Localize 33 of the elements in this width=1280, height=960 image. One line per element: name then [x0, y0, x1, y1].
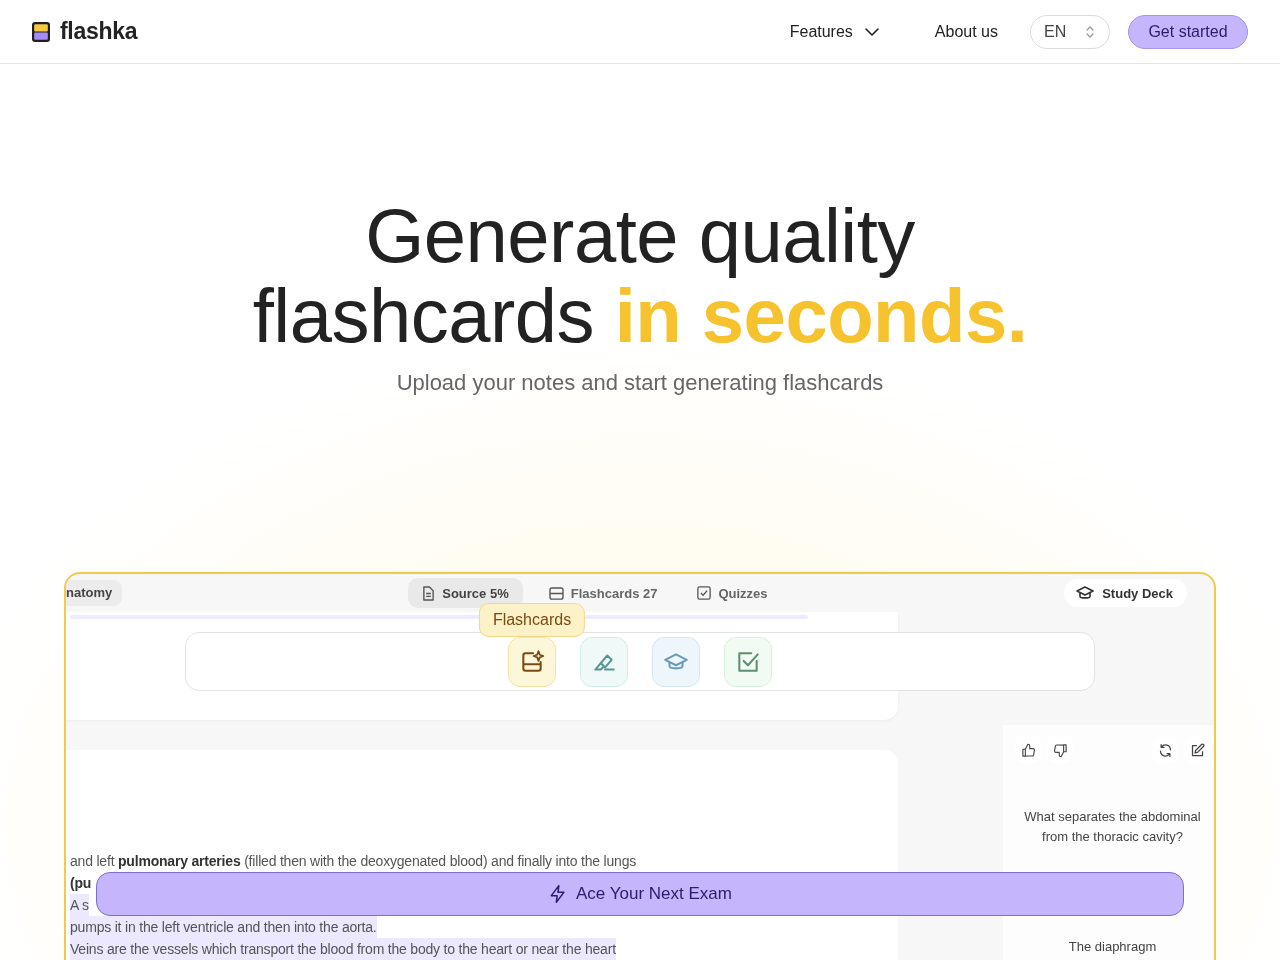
hero-subtitle: Upload your notes and start generating flashcards	[395, 369, 885, 397]
view-tab[interactable]: Source 5%	[408, 578, 523, 608]
refresh-icon	[1157, 742, 1173, 758]
note-text: (pu	[70, 874, 92, 893]
note-text: A s	[70, 894, 89, 916]
features-menu[interactable]: Features	[789, 22, 879, 41]
view-tab[interactable]: Quizzes	[683, 578, 782, 608]
question-text: What separates the abdominal	[1023, 808, 1202, 826]
question-text: from the thoracic cavity?	[1041, 828, 1184, 846]
thumbs-down-icon	[1052, 742, 1068, 758]
ace-exam-button[interactable]: Ace Your Next Exam	[96, 872, 1184, 916]
note-text: and left pulmonary arteries (filled then with the deoxygenated blood) and finally into the lungs	[70, 852, 637, 871]
study-deck-button[interactable]: Study Deck	[1064, 579, 1187, 607]
thumbs-up-icon	[1020, 742, 1036, 758]
tool-button[interactable]	[508, 636, 556, 687]
logo-icon	[32, 21, 50, 42]
card-icon	[548, 586, 564, 600]
hero-title: Generate quality flashcards in seconds.	[251, 196, 1029, 356]
nav-link[interactable]: About us	[934, 22, 998, 41]
graduation-cap-icon	[1076, 586, 1095, 600]
note-text: Veins are the vessels which transport the blood from the body to the heart or near the heart	[70, 938, 616, 960]
note-text: pumps it in the left ventricle and then into the aorta.	[70, 916, 377, 938]
document-icon	[422, 585, 436, 601]
answer-text: The diaphragm	[1067, 939, 1158, 955]
tool-button[interactable]	[724, 636, 772, 687]
tooltip: Flashcards	[478, 602, 586, 637]
edit-icon	[1189, 742, 1205, 758]
deck-tab[interactable]: natomy	[66, 580, 123, 606]
get-started-button[interactable]: Get started	[1128, 14, 1248, 49]
checkbox-icon	[697, 586, 712, 600]
tool-button[interactable]	[580, 636, 628, 687]
brand-name: flashka	[60, 18, 138, 45]
chevron-down-icon	[864, 27, 879, 36]
